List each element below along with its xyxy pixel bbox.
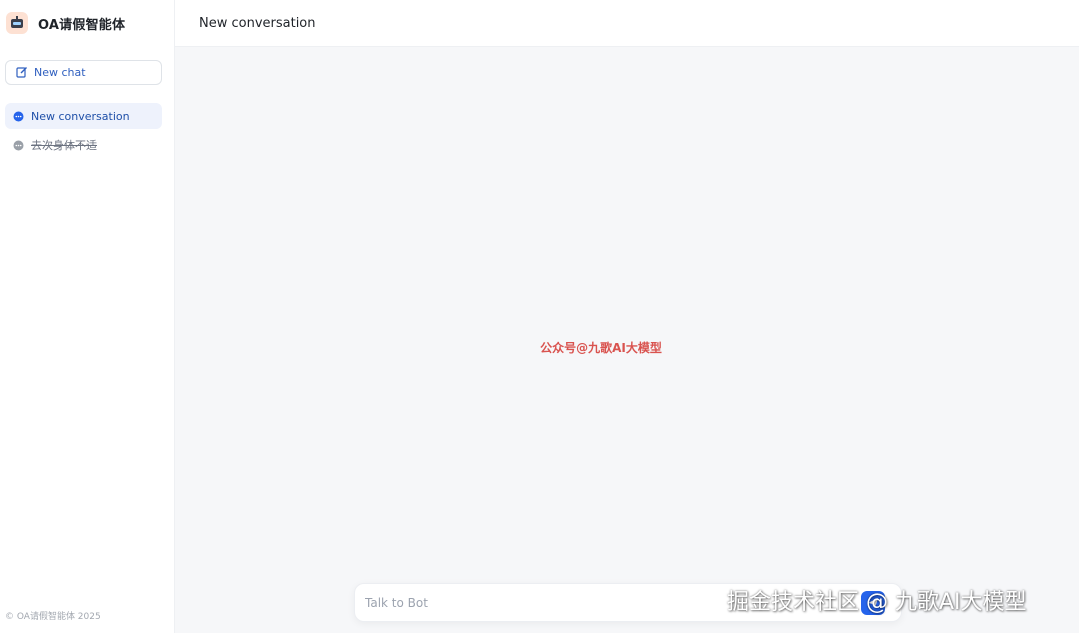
conversation-item-new[interactable]: New conversation [5, 103, 162, 129]
conversation-item-previous[interactable]: 去次身体不适 [5, 132, 162, 158]
sidebar: OA请假智能体 New chat New conversation 去次身体不适… [0, 0, 175, 633]
conversation-label: New conversation [31, 109, 130, 123]
conversation-label: 去次身体不适 [31, 139, 97, 152]
main-panel: New conversation 公众号@九歌AI大模型 [175, 0, 1079, 633]
brand: OA请假智能体 [6, 11, 125, 35]
chat-bubble-icon [13, 136, 24, 155]
edit-icon [16, 63, 28, 82]
robot-logo-icon [6, 12, 28, 34]
page-title: New conversation [199, 15, 316, 31]
chat-bubble-icon [13, 107, 24, 126]
corner-watermark: 掘金技术社区 @ 九歌AI大模型 [727, 590, 1027, 615]
app-title: OA请假智能体 [38, 17, 126, 33]
center-watermark: 公众号@九歌AI大模型 [540, 341, 662, 355]
new-chat-label: New chat [34, 66, 86, 79]
new-chat-button[interactable]: New chat [5, 60, 162, 85]
header: New conversation [175, 0, 1079, 47]
sidebar-footer: © OA请假智能体 2025 [5, 612, 101, 622]
